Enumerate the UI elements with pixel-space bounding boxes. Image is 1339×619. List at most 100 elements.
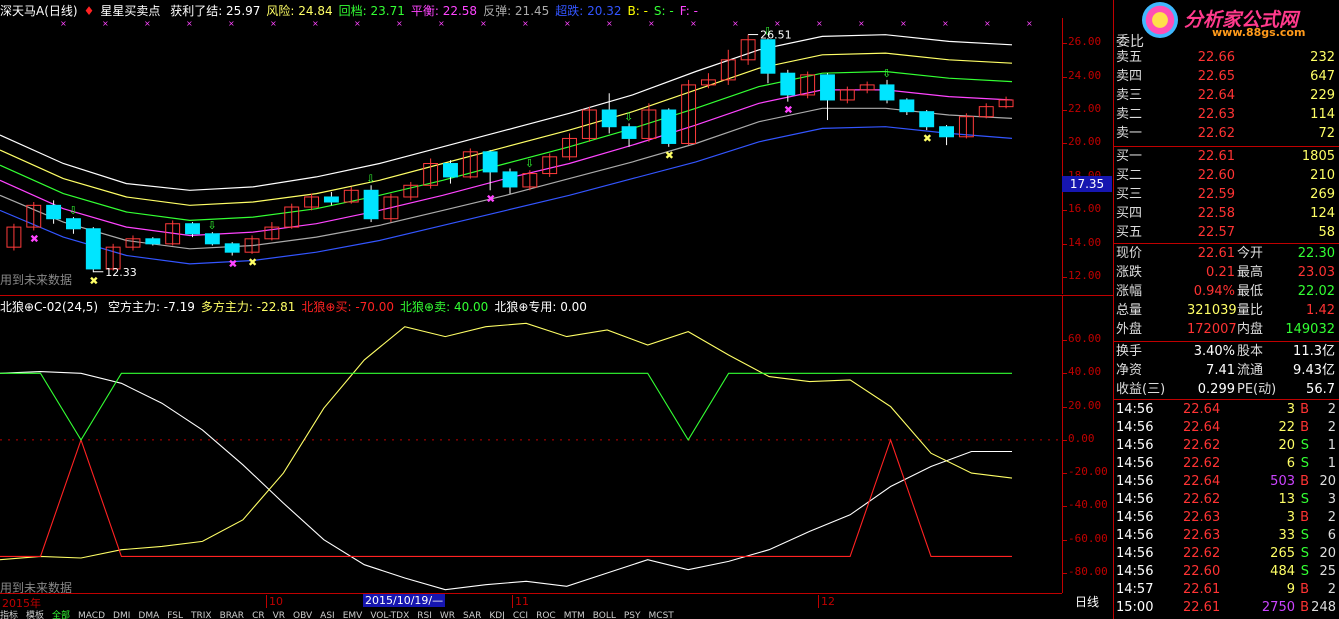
main-axis-tick-label: 22.00	[1068, 102, 1102, 115]
signal-marker-1: ✖	[89, 274, 98, 287]
candle-body-46	[919, 111, 935, 128]
sell-level-label: 卖四	[1116, 69, 1143, 84]
candle-body-9	[185, 223, 200, 235]
indicator-tab-15[interactable]: RSI	[417, 611, 432, 619]
tick-price: 22.64	[1183, 474, 1221, 489]
quote-value-2: 1.42	[1306, 303, 1335, 318]
sell-level-price: 22.62	[1197, 126, 1235, 141]
indicator-tab-23[interactable]: PSY	[624, 611, 641, 619]
tick-volume: 265	[1270, 546, 1295, 561]
main-axis-tick-mark	[1062, 277, 1067, 279]
ticks-divider	[1113, 399, 1339, 400]
tick-count: 1	[1327, 456, 1336, 471]
tick-volume: 6	[1286, 456, 1295, 471]
pane-divider	[0, 295, 1113, 296]
main-axis-tick-mark	[1062, 210, 1067, 212]
indicator-tab-21[interactable]: MTM	[564, 611, 585, 619]
candle-body-30	[601, 109, 617, 128]
trade-tick-row: 15:00 22.61 2750 B 248	[1113, 599, 1339, 617]
trade-tick-row: 14:56 22.62 13 S 3	[1113, 491, 1339, 509]
main-axis-tick-mark	[1062, 43, 1067, 45]
indicator-tab-22[interactable]: BOLL	[593, 611, 616, 619]
sub-axis-tick-mark	[1062, 506, 1067, 508]
quote-row: 涨跌 0.21 最高 23.03	[1113, 264, 1339, 282]
indicator-tab-13[interactable]: EMV	[343, 611, 363, 619]
indicator-tab-16[interactable]: WR	[440, 611, 455, 619]
tick-price: 22.62	[1183, 438, 1221, 453]
sell-level-row: 卖五 22.66 232	[1113, 49, 1339, 67]
stock-name: 深天马A(日线)	[0, 4, 78, 18]
tick-time: 14:56	[1116, 420, 1154, 435]
candle-body-16	[323, 196, 339, 203]
sub-legend-item-3: 北狼⊕卖: 40.00	[400, 300, 489, 314]
buy-level-price: 22.58	[1197, 206, 1235, 221]
buy-level-row: 买二 22.60 210	[1113, 167, 1339, 185]
indicator-tab-20[interactable]: ROC	[536, 611, 556, 619]
tick-price: 22.62	[1183, 456, 1221, 471]
quote-label-2: 量比	[1237, 303, 1264, 318]
quote-label-2: 最低	[1237, 284, 1264, 299]
sub-series-line-1	[0, 322, 1013, 561]
band-line-2	[0, 70, 1013, 222]
candle-body-33	[661, 109, 677, 144]
buy-level-volume: 124	[1310, 206, 1335, 221]
sub-axis-tick-mark	[1062, 373, 1067, 375]
top-dot-8: ×	[396, 19, 403, 28]
legend-item-8: F: -	[679, 4, 698, 18]
tick-count: 3	[1327, 492, 1336, 507]
indicator-tab-19[interactable]: CCI	[513, 611, 528, 619]
quote-label: 涨幅	[1116, 284, 1143, 299]
sell-level-label: 卖二	[1116, 107, 1143, 122]
candle-body-22	[443, 163, 458, 178]
tick-side: S	[1300, 546, 1309, 561]
sell-level-price: 22.66	[1197, 50, 1235, 65]
indicator-tab-8[interactable]: BRAR	[220, 611, 244, 619]
candle-body-10	[204, 233, 220, 245]
quote-value: 172007	[1187, 322, 1237, 337]
stats-label: 净资	[1116, 363, 1143, 378]
tick-price: 22.61	[1183, 600, 1221, 615]
indicator-tab-5[interactable]: DMA	[138, 611, 159, 619]
sub-axis-tick-label: 20.00	[1068, 398, 1102, 412]
indicator-tab-2[interactable]: 全部	[52, 611, 70, 619]
indicator-tab-4[interactable]: DMI	[113, 611, 130, 619]
signal-marker-5: ✖	[665, 149, 674, 162]
arrow-marker-4: ⇩	[624, 110, 633, 123]
indicator-tab-17[interactable]: SAR	[463, 611, 481, 619]
top-dot-11: ×	[522, 19, 529, 28]
tick-time: 14:57	[1116, 582, 1154, 597]
indicator-tab-14[interactable]: VOL-TDX	[370, 611, 409, 619]
sub-series-line-2	[0, 438, 1012, 557]
date-cursor[interactable]: 2015/10/19/—	[363, 594, 446, 607]
indicator-tab-11[interactable]: OBV	[293, 611, 312, 619]
date-month-12: 12	[818, 595, 835, 608]
top-dot-2: ×	[144, 19, 151, 28]
legend-items: 获利了结: 25.97 风险: 24.84 回档: 23.71 平衡: 22.58 反弹…	[170, 4, 704, 18]
tick-volume: 484	[1270, 564, 1295, 579]
indicator-tab-1[interactable]: 模板	[26, 611, 44, 619]
sell-level-row: 卖一 22.62 72	[1113, 125, 1339, 143]
indicator-tab-3[interactable]: MACD	[78, 611, 105, 619]
buy-level-label: 买五	[1116, 225, 1143, 240]
stats-row: 换手 3.40% 股本 11.3亿	[1113, 343, 1339, 361]
trade-tick-row: 14:57 22.61 9 B 2	[1113, 581, 1339, 599]
indicator-tab-18[interactable]: KDJ	[489, 611, 505, 619]
indicator-tab-0[interactable]: 指标	[0, 611, 18, 619]
indicator-tab-6[interactable]: FSL	[167, 611, 183, 619]
indicator-tab-24[interactable]: MCST	[649, 611, 674, 619]
main-axis-tick-mark	[1062, 110, 1067, 111]
indicator-tab-10[interactable]: VR	[273, 611, 285, 619]
sub-chart[interactable]	[0, 315, 1062, 593]
future-data-note-top: 用到未来数据	[0, 273, 73, 287]
indicator-tab-7[interactable]: TRIX	[191, 611, 212, 619]
top-dot-20: ×	[900, 19, 907, 28]
indicator-name: 星星买卖点	[100, 4, 161, 18]
indicator-tab-9[interactable]: CR	[252, 611, 265, 619]
main-chart[interactable]: ✖✖✖ ✖✖✖✖✖⇩⇩⇩⇩⇩⇩⇩× × × × × × × × × × × × × × × × × × × × × × × ×2…	[0, 18, 1062, 294]
tick-time: 14:56	[1116, 402, 1154, 417]
sub-axis-tick-mark	[1062, 406, 1067, 408]
quote-value: 22.61	[1197, 246, 1235, 261]
main-axis-tick-label: 26.00	[1068, 35, 1102, 49]
tick-volume: 9	[1286, 582, 1295, 597]
indicator-tab-12[interactable]: ASI	[320, 611, 335, 619]
